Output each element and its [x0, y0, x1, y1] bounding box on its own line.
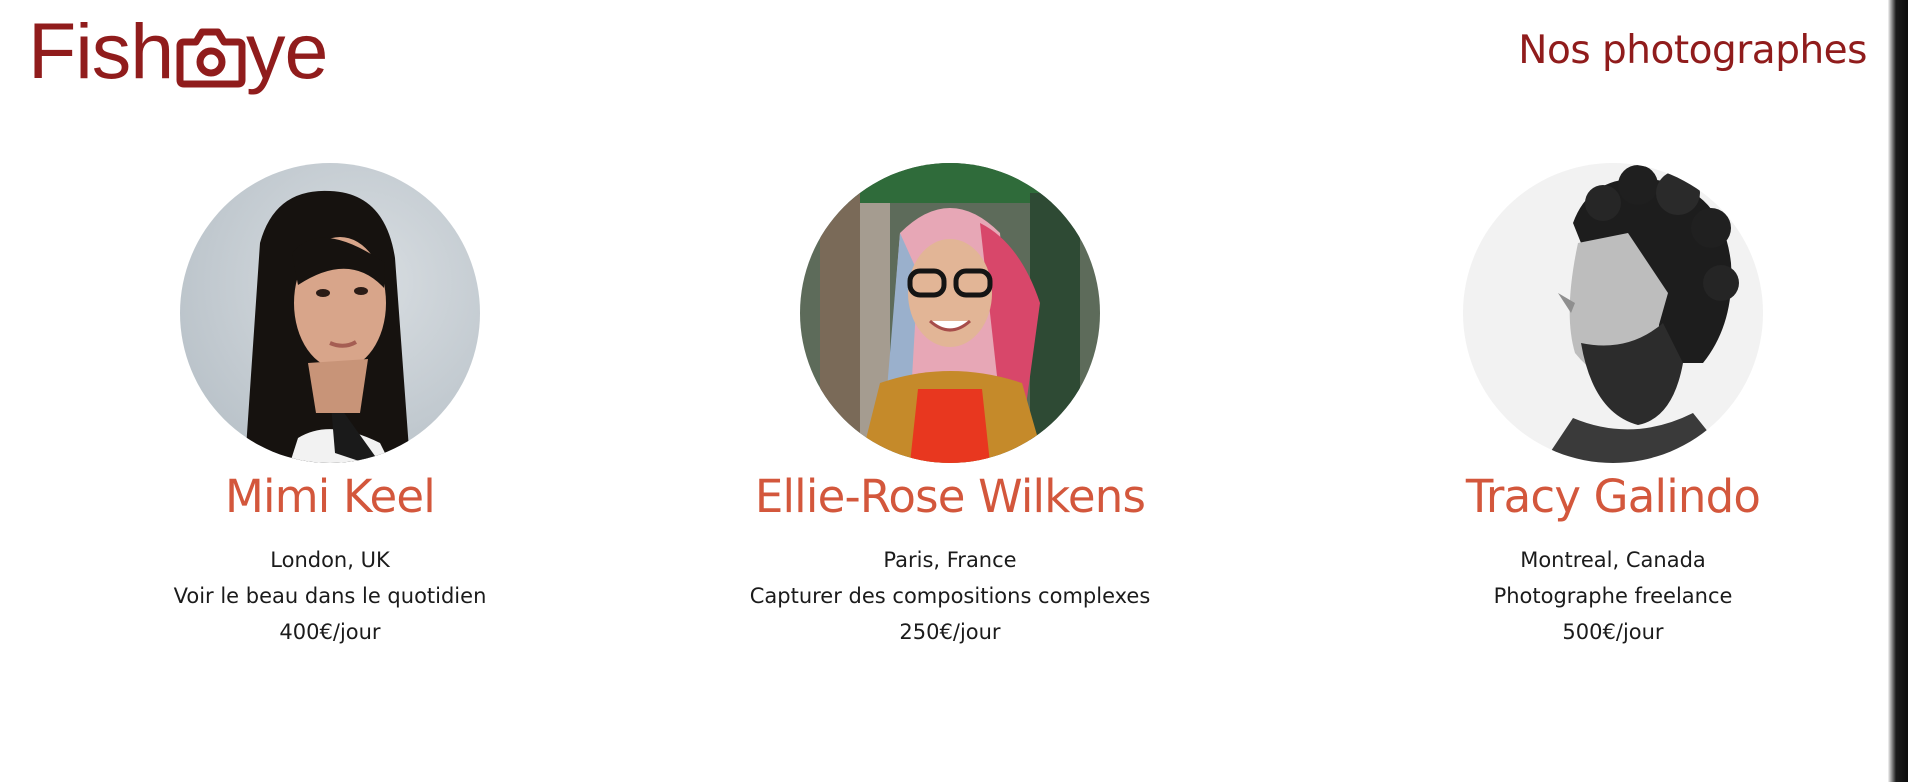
photographer-tagline: Capturer des compositions complexes: [749, 584, 1151, 608]
photographer-location: London, UK: [270, 548, 390, 572]
site-header: Fish ye Nos photographes: [0, 0, 1880, 120]
fisheye-logo[interactable]: Fish ye: [28, 22, 338, 108]
logo-text-fish: Fish: [28, 22, 173, 95]
photographer-name: Tracy Galindo: [1465, 470, 1761, 523]
camera-icon: [176, 28, 246, 88]
photographer-location: Montreal, Canada: [1520, 548, 1706, 572]
photographer-name: Ellie-Rose Wilkens: [754, 470, 1146, 523]
photographer-link[interactable]: Tracy Galindo: [1283, 163, 1908, 528]
photographer-name: Mimi Keel: [225, 470, 436, 523]
photographer-price: 400€/jour: [279, 620, 381, 644]
photographer-tagline: Photographe freelance: [1493, 584, 1733, 608]
photographer-price: 500€/jour: [1562, 620, 1664, 644]
photographer-link[interactable]: Mimi Keel: [0, 163, 660, 528]
page-title: Nos photographes: [1518, 28, 1867, 73]
photographer-info: London, UK Voir le beau dans le quotidie…: [0, 542, 660, 650]
page: Fish ye Nos photographes Mimi Keel Londo…: [0, 0, 1908, 782]
photographer-link[interactable]: Ellie-Rose Wilkens: [620, 163, 1280, 528]
photographer-card: Tracy Galindo Montreal, Canada Photograp…: [1283, 163, 1908, 650]
photographer-location: Paris, France: [883, 548, 1017, 572]
photographer-card: Ellie-Rose Wilkens Paris, France Capture…: [620, 163, 1280, 650]
photographer-tagline: Voir le beau dans le quotidien: [173, 584, 487, 608]
photographer-card: Mimi Keel London, UK Voir le beau dans l…: [0, 163, 660, 650]
photographer-portrait[interactable]: [1463, 163, 1763, 463]
portrait-image: [1463, 163, 1763, 463]
photographer-portrait[interactable]: [800, 163, 1100, 463]
photographer-portrait[interactable]: [180, 163, 480, 463]
portrait-image: [180, 163, 480, 463]
photographer-price: 250€/jour: [899, 620, 1001, 644]
portrait-image: [800, 163, 1100, 463]
photographer-info: Paris, France Capturer des compositions …: [620, 542, 1280, 650]
logo-text-ye: ye: [246, 22, 327, 95]
fisheye-logo-graphic: Fish ye: [28, 22, 328, 95]
window-edge: [1888, 0, 1908, 782]
photographer-info: Montreal, Canada Photographe freelance 5…: [1283, 542, 1908, 650]
